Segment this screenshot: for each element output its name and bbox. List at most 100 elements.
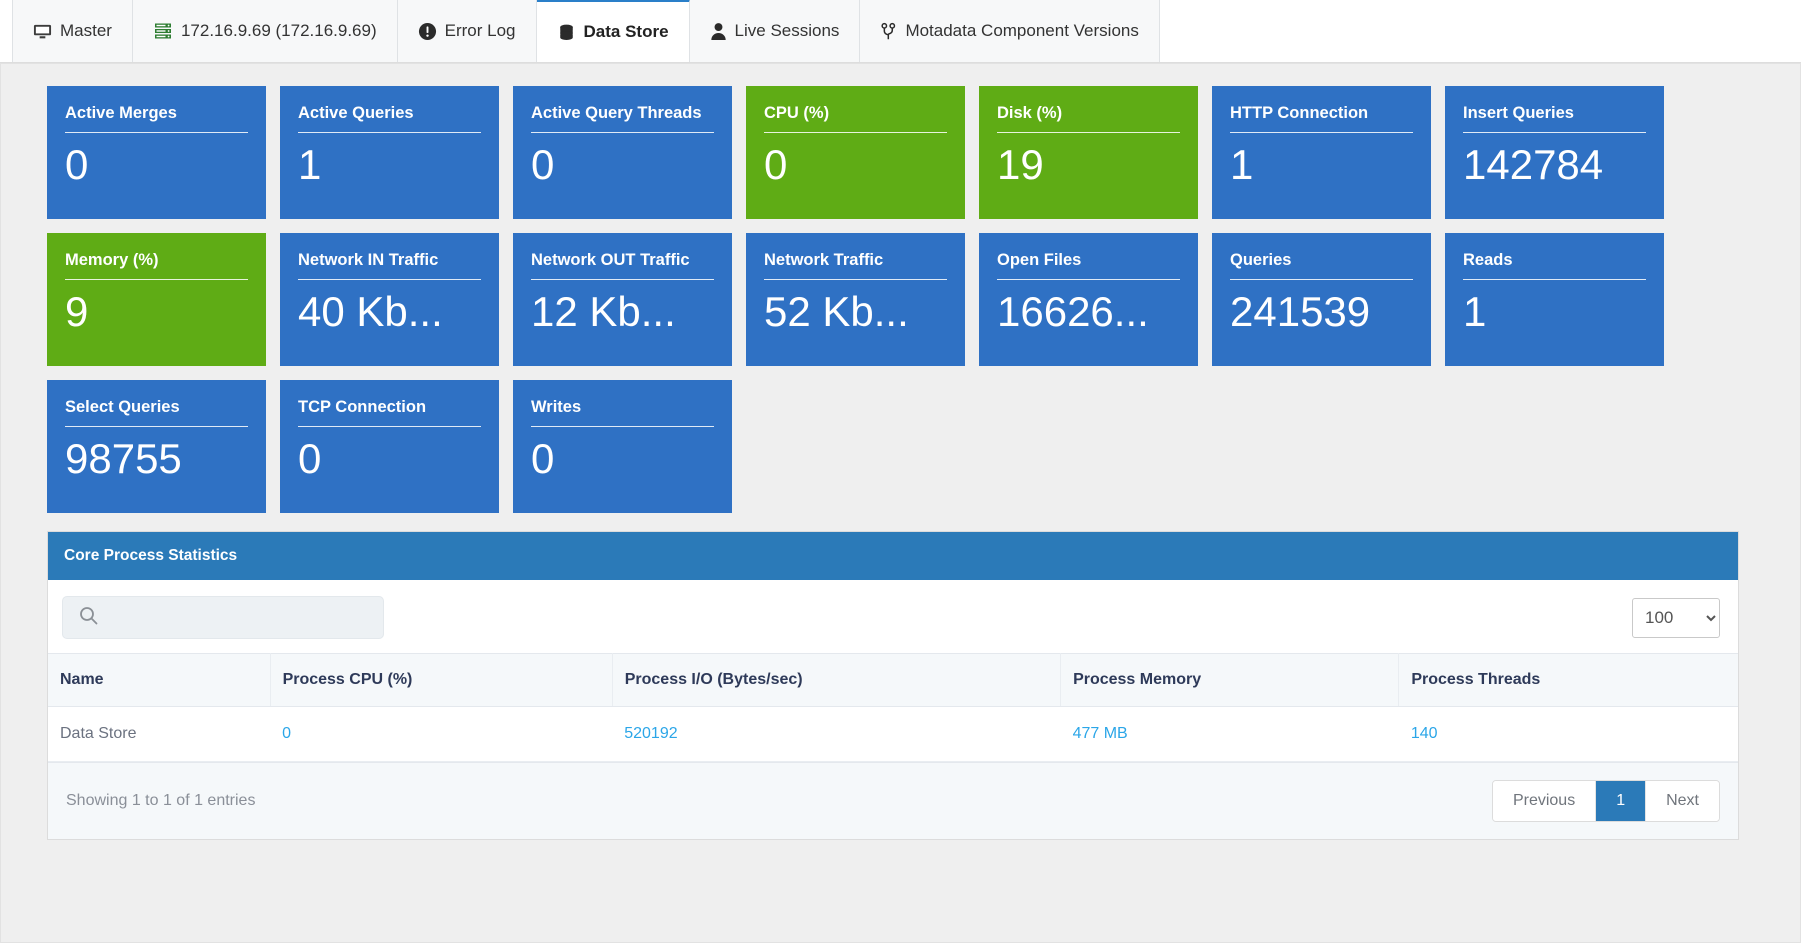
metric-card-title: Reads [1463,250,1646,280]
metric-card-active-queries[interactable]: Active Queries 1 [280,86,499,219]
search-field-wrapper [62,596,384,639]
cell-name: Data Store [48,706,271,762]
tab-label: 172.16.9.69 (172.16.9.69) [180,21,377,40]
tab-label: Data Store [583,22,669,41]
metric-card-title: Disk (%) [997,103,1180,133]
tab-172-16-9-69-172-16-9-69[interactable]: 172.16.9.69 (172.16.9.69) [132,0,398,62]
metric-card-title: Queries [1230,250,1413,280]
panel-toolbar: 102550100 [48,580,1738,653]
metric-card-select-queries[interactable]: Select Queries 98755 [47,380,266,513]
metric-card-title: HTTP Connection [1230,103,1413,133]
metric-card-value: 0 [531,435,555,482]
pagination-previous[interactable]: Previous [1492,781,1597,821]
column-header-process-cpu[interactable]: Process CPU (%) [270,653,613,707]
page-length-select[interactable]: 102550100 [1632,597,1720,638]
metric-card-disk[interactable]: Disk (%) 19 [979,86,1198,219]
tab-error-log[interactable]: Error Log [397,0,537,62]
tab-live-sessions[interactable]: Live Sessions [689,0,861,62]
column-header-process-i-o-bytes-sec[interactable]: Process I/O (Bytes/sec) [612,653,1062,707]
metric-card-value: 0 [764,141,788,188]
tab-bar: Master 172.16.9.69 (172.16.9.69) Error Log… [0,0,1801,63]
process-table: Name Process CPU (%) Process I/O (Bytes/se… [48,653,1738,762]
column-header-process-memory[interactable]: Process Memory [1060,653,1400,707]
tab-label: Error Log [444,21,516,40]
metric-card-title: CPU (%) [764,103,947,133]
metric-card-value: 12 Kb... [531,288,676,335]
metric-card-value: 16626... [997,288,1149,335]
cell-threads[interactable]: 140 [1398,706,1738,762]
table-row[interactable]: Data Store 0 520192 477 MB 140 [48,706,1738,762]
cell-io[interactable]: 520192 [612,706,1061,762]
metric-card-value: 241539 [1230,288,1371,335]
metric-card-value: 52 Kb... [764,288,909,335]
metric-card-cpu[interactable]: CPU (%) 0 [746,86,965,219]
metric-card-active-merges[interactable]: Active Merges 0 [47,86,266,219]
user-icon [710,22,727,41]
metric-card-open-files[interactable]: Open Files 16626... [979,233,1198,366]
metric-card-value: 142784 [1463,141,1604,188]
metric-card-title: Active Queries [298,103,481,133]
metric-card-value: 9 [65,288,89,335]
branch-icon [880,22,897,41]
app-window: Master 172.16.9.69 (172.16.9.69) Error Log… [0,0,1801,943]
metric-card-title: Active Query Threads [531,103,714,133]
server-icon [153,21,173,41]
metric-card-title: Memory (%) [65,250,248,280]
table-header: Name Process CPU (%) Process I/O (Bytes/se… [48,653,1738,707]
table-header-row: Name Process CPU (%) Process I/O (Bytes/se… [48,653,1738,707]
metric-card-title: Active Merges [65,103,248,133]
metric-card-title: Select Queries [65,397,248,427]
metric-card-network-in-traffic[interactable]: Network IN Traffic 40 Kb... [280,233,499,366]
pagination: Previous 1 Next [1491,780,1720,822]
metric-card-title: Insert Queries [1463,103,1646,133]
column-header-name[interactable]: Name [48,653,271,707]
cell-memory[interactable]: 477 MB [1060,706,1399,762]
metric-card-queries[interactable]: Queries 241539 [1212,233,1431,366]
metric-card-title: Network Traffic [764,250,947,280]
panel-title: Core Process Statistics [48,532,1738,580]
metric-card-network-traffic[interactable]: Network Traffic 52 Kb... [746,233,965,366]
metric-card-reads[interactable]: Reads 1 [1445,233,1664,366]
metric-card-tcp-connection[interactable]: TCP Connection 0 [280,380,499,513]
monitor-icon [33,22,52,41]
metric-card-memory[interactable]: Memory (%) 9 [47,233,266,366]
tab-label: Motadata Component Versions [905,21,1139,40]
metric-card-network-out-traffic[interactable]: Network OUT Traffic 12 Kb... [513,233,732,366]
core-process-statistics-panel: Core Process Statistics 102550100 NamePr… [47,531,1739,840]
tab-master[interactable]: Master [12,0,133,62]
tab-label: Master [60,21,112,40]
metric-card-title: Network IN Traffic [298,250,481,280]
pagination-next[interactable]: Next [1646,781,1719,821]
metric-card-insert-queries[interactable]: Insert Queries 142784 [1445,86,1664,219]
metric-card-title: Network OUT Traffic [531,250,714,280]
metric-card-value: 1 [1463,288,1487,335]
metric-card-value: 1 [1230,141,1254,188]
metric-card-title: Writes [531,397,714,427]
metric-card-value: 19 [997,141,1044,188]
metric-card-title: TCP Connection [298,397,481,427]
metric-card-title: Open Files [997,250,1180,280]
page-content: Active Merges 0 Active Queries 1 Active Quer… [0,63,1801,943]
tab-data-store[interactable]: Data Store [536,0,690,62]
database-icon [557,23,576,42]
metric-card-http-connection[interactable]: HTTP Connection 1 [1212,86,1431,219]
cell-cpu[interactable]: 0 [270,706,613,762]
column-header-process-threads[interactable]: Process Threads [1398,653,1738,707]
metric-card-value: 40 Kb... [298,288,443,335]
pagination-page-1[interactable]: 1 [1596,781,1647,821]
metric-card-grid: Active Merges 0 Active Queries 1 Active Quer… [47,86,1754,513]
table-body: Data Store 0 520192 477 MB 140 [48,706,1738,762]
metric-card-writes[interactable]: Writes 0 [513,380,732,513]
metric-card-value: 0 [65,141,89,188]
tab-motadata-component-versions[interactable]: Motadata Component Versions [860,0,1160,62]
metric-card-active-query-threads[interactable]: Active Query Threads 0 [513,86,732,219]
metric-card-value: 1 [298,141,322,188]
metric-card-value: 0 [531,141,555,188]
alert-icon [418,22,437,41]
search-input[interactable] [62,596,384,639]
entries-info: Showing 1 to 1 of 1 entries [66,792,256,809]
metric-card-value: 98755 [65,435,182,482]
metric-card-value: 0 [298,435,322,482]
table-footer: Showing 1 to 1 of 1 entries Previous 1 N… [48,762,1738,839]
tab-label: Live Sessions [734,21,840,40]
